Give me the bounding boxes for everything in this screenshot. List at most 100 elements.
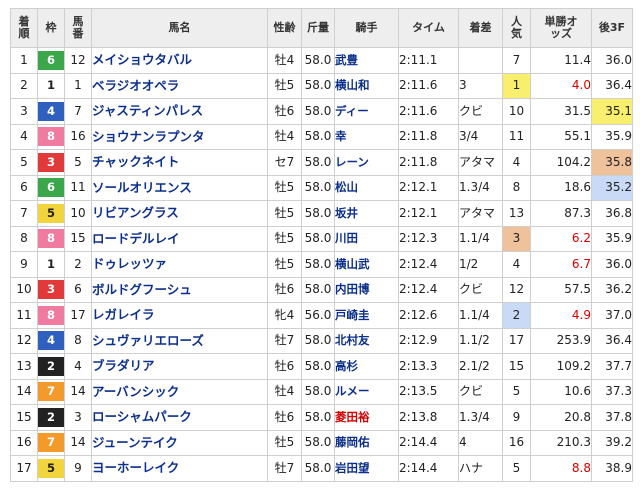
- cell-sexage: 牡5: [267, 174, 302, 201]
- waku-badge: 7: [38, 433, 64, 453]
- table-row: 7 5 10 リビアングラス 牡5 58.0 坂井 2:12.1 アタマ 13 87.3 36.8: [10, 200, 633, 227]
- cell-sexage: 牡6: [267, 404, 302, 431]
- table-header-row: 着順 枠 馬番 馬名 性齢 斤量 騎手 タイム 着差 人気 単勝オッズ 後3F: [10, 8, 633, 48]
- cell-sexage: 牝4: [267, 302, 302, 329]
- cell-margin: 1.1/4: [458, 302, 503, 329]
- jockey-name-link[interactable]: 武豊: [334, 47, 399, 74]
- cell-popularity: 4: [502, 251, 531, 278]
- jockey-name-link[interactable]: 岩田望: [334, 455, 399, 482]
- cell-popularity: 5: [502, 378, 531, 405]
- cell-sexage: 牡7: [267, 455, 302, 482]
- horse-name-link[interactable]: ヨーホーレイク: [91, 455, 268, 482]
- cell-popularity: 11: [502, 123, 531, 150]
- header-sexage: 性齢: [267, 8, 302, 48]
- race-result-table: 着順 枠 馬番 馬名 性齢 斤量 騎手 タイム 着差 人気 単勝オッズ 後3F …: [10, 8, 633, 482]
- jockey-name-link[interactable]: 横山和: [334, 72, 399, 99]
- waku-badge: 6: [38, 50, 64, 70]
- cell-sexage: 牡5: [267, 251, 302, 278]
- horse-name-link[interactable]: ショウナンラプンタ: [91, 123, 268, 150]
- cell-time: 2:11.1: [398, 47, 459, 74]
- table-row: 16 7 14 ジューンテイク 牡5 58.0 藤岡佑 2:14.4 4 16 210.3 39.2: [10, 429, 633, 456]
- jockey-name-link[interactable]: 内田博: [334, 276, 399, 303]
- cell-odds: 6.2: [530, 225, 592, 252]
- table-row: 10 3 6 ボルドグフーシュ 牡6 58.0 内田博 2:12.4 クビ 12 57.5 36.2: [10, 276, 633, 303]
- cell-sexage: 牡7: [267, 327, 302, 354]
- cell-waku: 1: [37, 251, 65, 278]
- cell-time: 2:12.6: [398, 302, 459, 329]
- table-row: 4 8 16 ショウナンラプンタ 牡4 58.0 幸 2:11.8 3/4 11 55.1 35.9: [10, 123, 633, 150]
- cell-weight: 58.0: [301, 378, 335, 405]
- horse-name-link[interactable]: リビアングラス: [91, 200, 268, 227]
- cell-weight: 58.0: [301, 327, 335, 354]
- cell-odds: 6.7: [530, 251, 592, 278]
- cell-odds: 253.9: [530, 327, 592, 354]
- table-row: 8 8 15 ロードデルレイ 牡5 58.0 川田 2:12.3 1.1/4 3 6.2 35.9: [10, 225, 633, 252]
- jockey-name-link[interactable]: 藤岡佑: [334, 429, 399, 456]
- cell-rank: 1: [10, 47, 38, 74]
- horse-name-link[interactable]: レガレイラ: [91, 302, 268, 329]
- cell-last3f: 35.1: [591, 98, 633, 125]
- horse-name-link[interactable]: ローシャムパーク: [91, 404, 268, 431]
- cell-last3f: 35.2: [591, 174, 633, 201]
- cell-margin: 1.1/2: [458, 327, 503, 354]
- jockey-name-link[interactable]: 川田: [334, 225, 399, 252]
- cell-time: 2:14.4: [398, 429, 459, 456]
- cell-popularity: 16: [502, 429, 531, 456]
- header-odds: 単勝オッズ: [530, 8, 592, 48]
- waku-badge: 7: [38, 382, 64, 402]
- cell-umaban: 7: [64, 98, 92, 125]
- cell-popularity: 13: [502, 200, 531, 227]
- horse-name-link[interactable]: ベラジオオペラ: [91, 72, 268, 99]
- horse-name-link[interactable]: シュヴァリエローズ: [91, 327, 268, 354]
- jockey-name-link[interactable]: ディー: [334, 98, 399, 125]
- jockey-name-link[interactable]: 幸: [334, 123, 399, 150]
- cell-waku: 7: [37, 378, 65, 405]
- jockey-name-link[interactable]: ルメー: [334, 378, 399, 405]
- horse-name-link[interactable]: チャックネイト: [91, 149, 268, 176]
- cell-popularity: 1: [502, 72, 531, 99]
- horse-name-link[interactable]: ジャスティンパレス: [91, 98, 268, 125]
- cell-umaban: 2: [64, 251, 92, 278]
- horse-name-link[interactable]: ボルドグフーシュ: [91, 276, 268, 303]
- waku-badge: 4: [38, 101, 64, 121]
- header-waku: 枠: [37, 8, 65, 48]
- cell-popularity: 10: [502, 98, 531, 125]
- horse-name-link[interactable]: アーバンシック: [91, 378, 268, 405]
- cell-odds: 210.3: [530, 429, 592, 456]
- horse-name-link[interactable]: メイショウタバル: [91, 47, 268, 74]
- waku-badge: 5: [38, 203, 64, 223]
- jockey-name-link[interactable]: レーン: [334, 149, 399, 176]
- horse-name-link[interactable]: ソールオリエンス: [91, 174, 268, 201]
- cell-weight: 58.0: [301, 200, 335, 227]
- jockey-name-link[interactable]: 菱田裕: [334, 404, 399, 431]
- cell-umaban: 16: [64, 123, 92, 150]
- cell-odds: 8.8: [530, 455, 592, 482]
- jockey-name-link[interactable]: 北村友: [334, 327, 399, 354]
- horse-name-link[interactable]: ジューンテイク: [91, 429, 268, 456]
- cell-popularity: 4: [502, 149, 531, 176]
- cell-last3f: 36.4: [591, 327, 633, 354]
- table-row: 11 8 17 レガレイラ 牝4 56.0 戸崎圭 2:12.6 1.1/4 2 4.9 37.0: [10, 302, 633, 329]
- jockey-name-link[interactable]: 横山武: [334, 251, 399, 278]
- cell-margin: 1.3/4: [458, 404, 503, 431]
- jockey-name-link[interactable]: 坂井: [334, 200, 399, 227]
- jockey-name-link[interactable]: 松山: [334, 174, 399, 201]
- horse-name-link[interactable]: ブラダリア: [91, 353, 268, 380]
- cell-waku: 1: [37, 72, 65, 99]
- waku-badge: 4: [38, 331, 64, 351]
- cell-popularity: 12: [502, 276, 531, 303]
- cell-odds: 10.6: [530, 378, 592, 405]
- header-pop: 人気: [502, 8, 531, 48]
- cell-waku: 3: [37, 276, 65, 303]
- cell-rank: 15: [10, 404, 38, 431]
- cell-waku: 7: [37, 429, 65, 456]
- table-row: 3 4 7 ジャスティンパレス 牡6 58.0 ディー 2:11.6 クビ 10 31.5 35.1: [10, 98, 633, 125]
- horse-name-link[interactable]: ドゥレッツァ: [91, 251, 268, 278]
- horse-name-link[interactable]: ロードデルレイ: [91, 225, 268, 252]
- jockey-name-link[interactable]: 戸崎圭: [334, 302, 399, 329]
- jockey-name-link[interactable]: 高杉: [334, 353, 399, 380]
- cell-weight: 58.0: [301, 353, 335, 380]
- table-row: 5 3 5 チャックネイト セ7 58.0 レーン 2:11.8 アタマ 4 104.2 35.8: [10, 149, 633, 176]
- cell-umaban: 10: [64, 200, 92, 227]
- cell-rank: 13: [10, 353, 38, 380]
